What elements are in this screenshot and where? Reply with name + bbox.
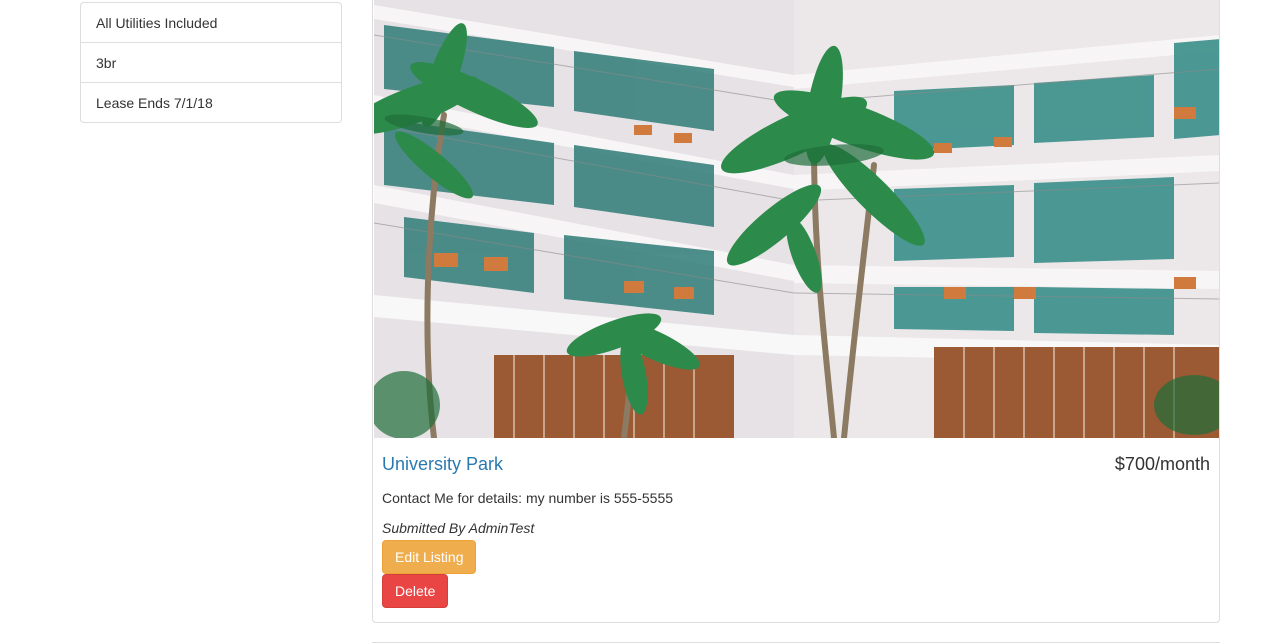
listing-card: University Park $700/month Contact Me fo… <box>372 0 1220 623</box>
delete-button[interactable]: Delete <box>382 574 449 608</box>
apartment-photo-image <box>374 0 1219 438</box>
listing-price: $700/month <box>1114 454 1210 474</box>
list-item: All Utilities Included <box>80 2 342 43</box>
amenities-list: All Utilities Included 3br Lease Ends 7/… <box>80 2 342 123</box>
listing-photo <box>374 0 1219 438</box>
listing-details: Contact Me for details: my number is 555… <box>382 490 674 506</box>
submitted-by: Submitted By AdminTest <box>382 520 535 536</box>
list-item: 3br <box>80 42 342 83</box>
listing-title-link[interactable]: University Park <box>382 454 503 475</box>
edit-listing-button[interactable]: Edit Listing <box>382 540 477 574</box>
page: All Utilities Included 3br Lease Ends 7/… <box>0 0 1269 644</box>
list-item: Lease Ends 7/1/18 <box>80 82 342 123</box>
